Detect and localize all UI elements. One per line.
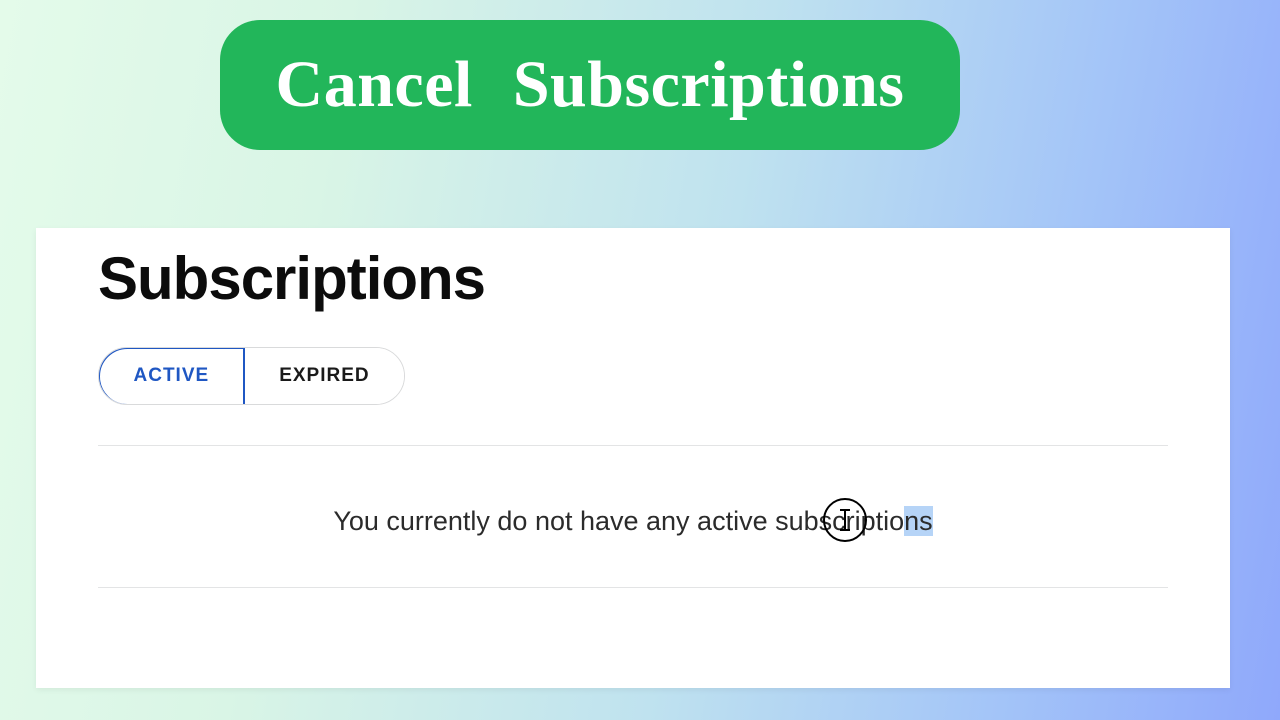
banner-cancel-subscriptions: Cancel Subscriptions xyxy=(220,20,960,150)
tab-active[interactable]: ACTIVE xyxy=(98,347,245,405)
subscription-filter-segmented: ACTIVE EXPIRED xyxy=(98,347,405,405)
banner-word-cancel: Cancel xyxy=(276,47,473,123)
banner-word-subscriptions: Subscriptions xyxy=(513,47,905,123)
divider-bottom xyxy=(98,587,1168,588)
card-inner: Subscriptions ACTIVE EXPIRED You current… xyxy=(36,228,1230,588)
tab-expired[interactable]: EXPIRED xyxy=(245,348,403,404)
page-title: Subscriptions xyxy=(98,244,1168,313)
empty-state-text-selected: ns xyxy=(904,506,933,536)
empty-state: You currently do not have any active sub… xyxy=(98,446,1168,587)
subscriptions-card: Subscriptions ACTIVE EXPIRED You current… xyxy=(36,228,1230,688)
page-background: Cancel Subscriptions Subscriptions ACTIV… xyxy=(0,0,1280,720)
empty-state-text: You currently do not have any active sub… xyxy=(333,506,904,536)
